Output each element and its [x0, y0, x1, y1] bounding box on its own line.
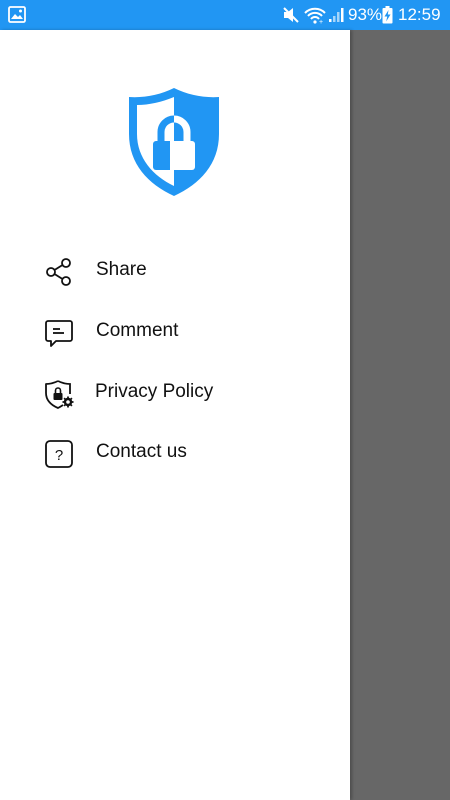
battery-percentage: 93% [348, 5, 383, 24]
signal-icon [329, 8, 344, 22]
menu-item-share[interactable]: Share [0, 242, 350, 298]
menu-item-comment[interactable]: Comment [0, 303, 350, 359]
shield-lock-icon [129, 88, 219, 196]
wifi-icon: + [304, 7, 326, 24]
menu-item-label: Privacy Policy [95, 381, 214, 402]
privacy-shield-icon [45, 380, 74, 409]
help-question-icon: ? [45, 440, 73, 468]
menu-item-privacy-policy[interactable]: Privacy Policy [0, 364, 350, 420]
status-bar: + 93% 12:59 [0, 0, 450, 30]
svg-text:?: ? [55, 447, 63, 464]
navigation-drawer: Share Comment Privacy Policy ? Contact u… [0, 30, 350, 800]
comment-icon [45, 320, 73, 347]
menu-item-label: Comment [96, 320, 179, 341]
drawer-scrim[interactable] [351, 30, 450, 800]
menu-item-label: Contact us [96, 441, 187, 462]
svg-text:+: + [319, 19, 323, 24]
app-screen: + 93% 12:59 Share Comment Privacy Policy… [0, 0, 450, 800]
menu-item-label: Share [96, 259, 147, 280]
status-clock: 12:59 [398, 5, 441, 24]
gallery-icon [8, 6, 26, 23]
battery-charging-icon [382, 6, 393, 24]
mute-icon [283, 7, 299, 23]
menu-item-contact-us[interactable]: ? Contact us [0, 424, 350, 480]
share-icon [46, 258, 71, 286]
